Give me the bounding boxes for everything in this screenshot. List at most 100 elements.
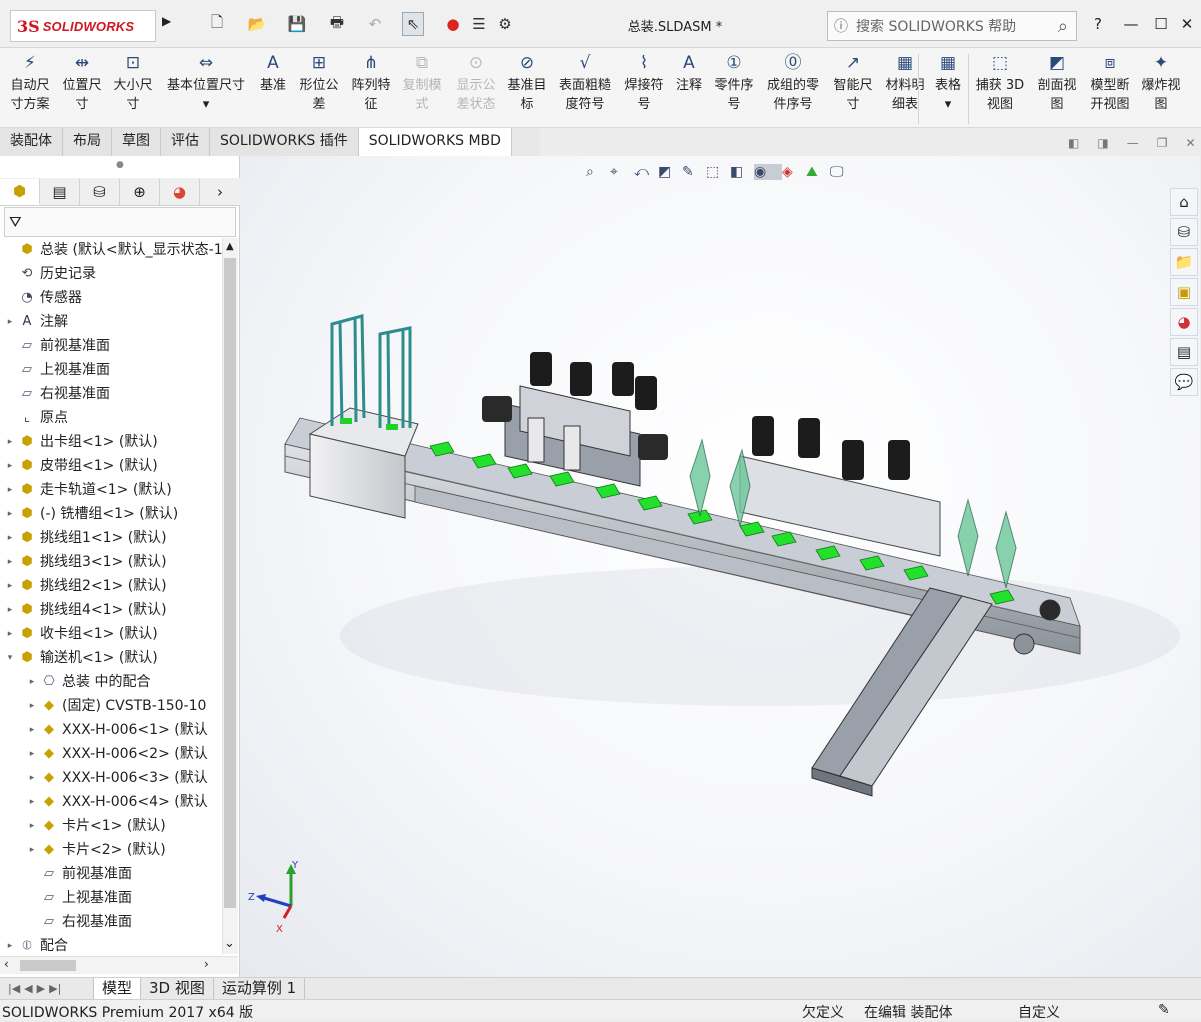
ribbon-button-table[interactable]: ▦ 表格 ▾ bbox=[930, 52, 966, 114]
file-properties-icon[interactable]: ☰ bbox=[468, 12, 490, 36]
tab-4[interactable]: SOLIDWORKS 插件 bbox=[210, 128, 359, 156]
tile-right-icon[interactable]: ◨ bbox=[1097, 136, 1108, 150]
ribbon-button-bom[interactable]: ▦ 材料明 细表 bbox=[880, 52, 930, 114]
ribbon-button-surface-finish[interactable]: √ 表面粗糙 度符号 bbox=[552, 52, 618, 114]
forum-icon[interactable]: 💬 bbox=[1170, 368, 1198, 396]
file-explorer-icon[interactable]: 📁 bbox=[1170, 248, 1198, 276]
expand-toggle-icon[interactable]: ▸ bbox=[26, 814, 38, 838]
tree-item[interactable]: ⌞ 原点 bbox=[0, 406, 68, 430]
zoom-to-fit-icon[interactable]: ⌕ bbox=[586, 164, 610, 180]
tree-item[interactable]: ▸ ⬢ 挑线组3<1> (默认) bbox=[0, 550, 167, 574]
status-options-icon[interactable]: ✎ bbox=[1158, 1002, 1170, 1018]
zoom-to-area-icon[interactable]: ⌖ bbox=[610, 164, 634, 180]
design-library-icon[interactable]: ⛁ bbox=[1170, 218, 1198, 246]
tree-item[interactable]: ▱ 右视基准面 bbox=[0, 382, 110, 406]
bottom-tab-1[interactable]: 3D 视图 bbox=[141, 978, 214, 999]
ribbon-button-section-view[interactable]: ◩ 剖面视图 bbox=[1032, 52, 1082, 114]
appearances-scenes-icon[interactable]: ◕ bbox=[1170, 308, 1198, 336]
expand-toggle-icon[interactable]: ▸ bbox=[26, 694, 38, 718]
tree-item[interactable]: ⟲ 历史记录 bbox=[0, 262, 96, 286]
new-document-icon[interactable]: 🗋 bbox=[206, 12, 228, 36]
undo-icon[interactable]: ↶ bbox=[364, 12, 386, 36]
expand-toggle-icon[interactable]: ▸ bbox=[26, 790, 38, 814]
custom-properties-icon[interactable]: ▤ bbox=[1170, 338, 1198, 366]
close-button[interactable]: ✕ bbox=[1174, 12, 1200, 36]
graphics-area[interactable]: Y Z X bbox=[240, 156, 1200, 977]
expand-toggle-icon[interactable]: ▸ bbox=[4, 574, 16, 598]
dimxpert-manager-tab-icon[interactable]: ⊕ bbox=[120, 178, 160, 205]
tree-item[interactable]: ▸ ⦶ 配合 bbox=[0, 934, 68, 958]
tile-left-icon[interactable]: ◧ bbox=[1068, 136, 1079, 150]
minimize-button[interactable]: — bbox=[1118, 12, 1144, 36]
ribbon-button-pattern-feature[interactable]: ⋔ 阵列特征 bbox=[346, 52, 396, 114]
display-style-icon[interactable]: ◧ bbox=[730, 164, 754, 180]
tabs-scroll-right-icon[interactable]: › bbox=[200, 179, 240, 205]
view-settings-icon[interactable]: 🖵 bbox=[830, 164, 854, 180]
ribbon-button-capture-3d-view[interactable]: ⬚ 捕获 3D 视图 bbox=[972, 52, 1028, 114]
view-palette-icon[interactable]: ▣ bbox=[1170, 278, 1198, 306]
tree-item[interactable]: ▸ ◆ (固定) CVSTB-150-10 bbox=[0, 694, 207, 718]
rebuild-traffic-light-icon[interactable]: ● bbox=[442, 12, 464, 36]
expand-toggle-icon[interactable]: ▸ bbox=[4, 622, 16, 646]
ribbon-button-smart-dimension[interactable]: ↗ 智能尺寸 bbox=[828, 52, 878, 114]
first-tab-icon[interactable]: |◀ bbox=[8, 978, 20, 999]
expand-toggle-icon[interactable]: ▸ bbox=[4, 526, 16, 550]
property-manager-tab-icon[interactable]: ▤ bbox=[40, 178, 80, 205]
ribbon-button-tolerance-status[interactable]: ⊙ 显示公 差状态 bbox=[450, 52, 502, 114]
expand-toggle-icon[interactable]: ▸ bbox=[4, 430, 16, 454]
tab-5[interactable]: SOLIDWORKS MBD bbox=[358, 128, 512, 156]
tree-item[interactable]: ▸ ◆ 卡片<2> (默认) bbox=[0, 838, 166, 862]
help-search-box[interactable]: ⓘ 搜索 SOLIDWORKS 帮助 ⌕ bbox=[827, 11, 1077, 41]
open-document-icon[interactable]: 📂 bbox=[246, 12, 268, 36]
ribbon-button-datum[interactable]: A 基准 bbox=[254, 52, 292, 95]
expand-toggle-icon[interactable]: ▸ bbox=[4, 934, 16, 958]
tree-item[interactable]: ▸ ⬢ 挑线组4<1> (默认) bbox=[0, 598, 167, 622]
prev-tab-icon[interactable]: ◀ bbox=[24, 978, 32, 999]
tree-item[interactable]: ▸ ⬢ 走卡轨道<1> (默认) bbox=[0, 478, 172, 502]
expand-toggle-icon[interactable]: ▸ bbox=[26, 742, 38, 766]
display-manager-tab-icon[interactable]: ◕ bbox=[160, 178, 200, 205]
previous-view-icon[interactable]: ⤺ bbox=[634, 164, 658, 180]
expand-toggle-icon[interactable]: ▸ bbox=[4, 550, 16, 574]
dynamic-annotation-icon[interactable]: ✎ bbox=[682, 164, 706, 180]
ribbon-button-datum-target[interactable]: ⊘ 基准目标 bbox=[502, 52, 552, 114]
expand-toggle-icon[interactable]: ▸ bbox=[4, 310, 16, 334]
view-minimize-icon[interactable]: — bbox=[1127, 136, 1139, 150]
last-tab-icon[interactable]: ▶| bbox=[49, 978, 61, 999]
search-icon[interactable]: ⌕ bbox=[1058, 16, 1068, 37]
edit-appearance-icon[interactable]: ◈ bbox=[782, 164, 806, 180]
scroll-down-icon[interactable]: ⌄ bbox=[224, 936, 235, 951]
tree-item[interactable]: ▸ ⬢ 皮带组<1> (默认) bbox=[0, 454, 158, 478]
section-view-icon[interactable]: ◩ bbox=[658, 164, 682, 180]
expand-toggle-icon[interactable]: ▸ bbox=[4, 502, 16, 526]
tree-item[interactable]: ▸ A 注解 bbox=[0, 310, 68, 334]
unit-system[interactable]: 自定义 bbox=[1018, 1002, 1060, 1022]
tree-horizontal-scrollbar[interactable]: ‹ › bbox=[0, 956, 238, 974]
bottom-tab-2[interactable]: 运动算例 1 bbox=[214, 978, 306, 999]
expand-toggle-icon[interactable]: ▸ bbox=[4, 478, 16, 502]
ribbon-button-balloon[interactable]: ① 零件序号 bbox=[708, 52, 760, 114]
view-close-icon[interactable]: ✕ bbox=[1185, 136, 1195, 150]
save-icon[interactable]: 💾 bbox=[286, 12, 308, 36]
solidworks-logo[interactable]: 3S SOLIDWORKS bbox=[10, 10, 156, 42]
tree-item[interactable]: ◔ 传感器 bbox=[0, 286, 82, 310]
expand-menu-icon[interactable]: ▶ bbox=[162, 14, 171, 28]
expand-toggle-icon[interactable]: ▸ bbox=[26, 766, 38, 790]
scroll-right-icon[interactable]: › bbox=[204, 957, 209, 971]
ribbon-button-stacked-balloon[interactable]: ⓪ 成组的零 件序号 bbox=[762, 52, 824, 114]
tab-2[interactable]: 草图 bbox=[112, 128, 161, 156]
tree-item[interactable]: ▸ ◆ XXX-H-006<2> (默认 bbox=[0, 742, 208, 766]
help-button[interactable]: ? bbox=[1085, 12, 1111, 36]
tree-filter-field[interactable]: ⛛ bbox=[4, 207, 236, 237]
bottom-tab-0[interactable]: 模型 bbox=[94, 978, 142, 999]
ribbon-button-weld-symbol[interactable]: ⌇ 焊接符号 bbox=[618, 52, 670, 114]
expand-toggle-icon[interactable]: ▸ bbox=[4, 454, 16, 478]
tree-scroll-thumb[interactable] bbox=[224, 258, 236, 908]
expand-toggle-icon[interactable]: ▸ bbox=[4, 598, 16, 622]
next-tab-icon[interactable]: ▶ bbox=[37, 978, 45, 999]
tree-item[interactable]: ▸ ◆ 卡片<1> (默认) bbox=[0, 814, 166, 838]
tree-item[interactable]: ▸ ⬢ 挑线组1<1> (默认) bbox=[0, 526, 167, 550]
tab-0[interactable]: 装配体 bbox=[0, 128, 63, 156]
home-task-pane-icon[interactable]: ⌂ bbox=[1170, 188, 1198, 216]
view-orientation-icon[interactable]: ⬚ bbox=[706, 164, 730, 180]
